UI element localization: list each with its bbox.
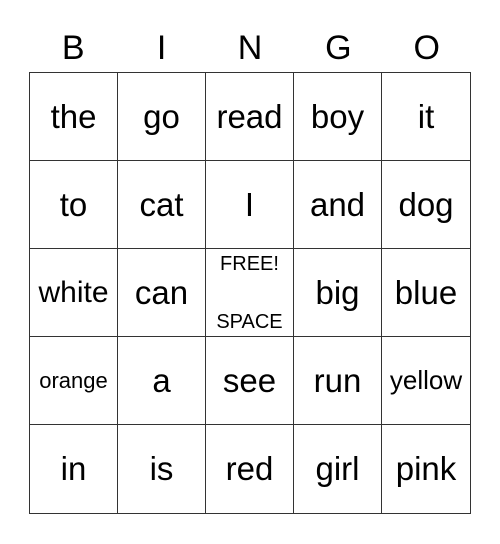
cell-word: big — [315, 273, 360, 311]
bingo-cell[interactable]: see — [206, 337, 294, 425]
header-letter: O — [413, 29, 440, 67]
bingo-cell[interactable]: and — [294, 161, 382, 249]
bingo-cell[interactable]: blue — [382, 249, 470, 337]
bingo-cell[interactable]: pink — [382, 425, 470, 513]
cell-word: in — [60, 450, 87, 487]
cell-word: boy — [310, 97, 365, 135]
cell-word: cat — [139, 185, 184, 223]
bingo-cell[interactable]: go — [118, 73, 206, 161]
bingo-cell[interactable]: white — [30, 249, 118, 337]
cell-word: blue — [394, 273, 458, 311]
cell-word: and — [309, 185, 366, 223]
cell-word: to — [59, 185, 88, 223]
bingo-cell[interactable]: in — [30, 425, 118, 513]
bingo-cell[interactable]: boy — [294, 73, 382, 161]
bingo-cell[interactable]: it — [382, 73, 470, 161]
cell-word: a — [152, 361, 171, 399]
cell-word: can — [134, 273, 189, 311]
cell-word: read — [216, 97, 283, 135]
cell-word: yellow — [389, 365, 463, 395]
bingo-cell[interactable]: to — [30, 161, 118, 249]
cell-word: the — [50, 97, 97, 135]
bingo-grid: the go read boy it to cat Iand dog white can FREE! S… — [29, 72, 471, 514]
bingo-cell[interactable]: yellow — [382, 337, 470, 425]
cell-word: go — [143, 97, 180, 135]
bingo-cell[interactable]: big — [294, 249, 382, 337]
cell-word: is — [149, 450, 174, 487]
bingo-cell[interactable]: girl — [294, 425, 382, 513]
cell-word: pink — [395, 450, 457, 487]
bingo-cell[interactable]: I — [206, 161, 294, 249]
bingo-cell[interactable]: red — [206, 425, 294, 513]
cell-word: orange — [39, 367, 108, 393]
bingo-cell[interactable]: can — [118, 249, 206, 337]
header-letter: B — [61, 29, 85, 67]
cell-word: red — [225, 450, 274, 487]
cell-word: run — [313, 361, 362, 399]
bingo-cell[interactable]: is — [118, 425, 206, 513]
free-space-cell[interactable]: FREE! SPACE — [206, 249, 294, 337]
header-letter: I — [156, 29, 167, 67]
header-letter: G — [325, 29, 352, 67]
cell-word: dog — [398, 185, 454, 223]
bingo-cell[interactable]: orange — [30, 337, 118, 425]
header-letter: N — [237, 29, 263, 67]
cell-word: girl — [315, 450, 360, 487]
bingo-cell[interactable]: cat — [118, 161, 206, 249]
bingo-cell[interactable]: the — [30, 73, 118, 161]
cell-word: see — [222, 361, 277, 399]
bingo-cell[interactable]: read — [206, 73, 294, 161]
cell-word: white — [38, 275, 109, 309]
free-space-label: SPACE — [216, 311, 283, 333]
bingo-header: B I N G O — [29, 26, 471, 70]
free-space-label: FREE! — [220, 253, 279, 275]
bingo-cell[interactable]: dog — [382, 161, 470, 249]
bingo-cell[interactable]: run — [294, 337, 382, 425]
cell-word: I — [244, 185, 255, 223]
bingo-cell[interactable]: a — [118, 337, 206, 425]
cell-word: it — [417, 97, 435, 135]
